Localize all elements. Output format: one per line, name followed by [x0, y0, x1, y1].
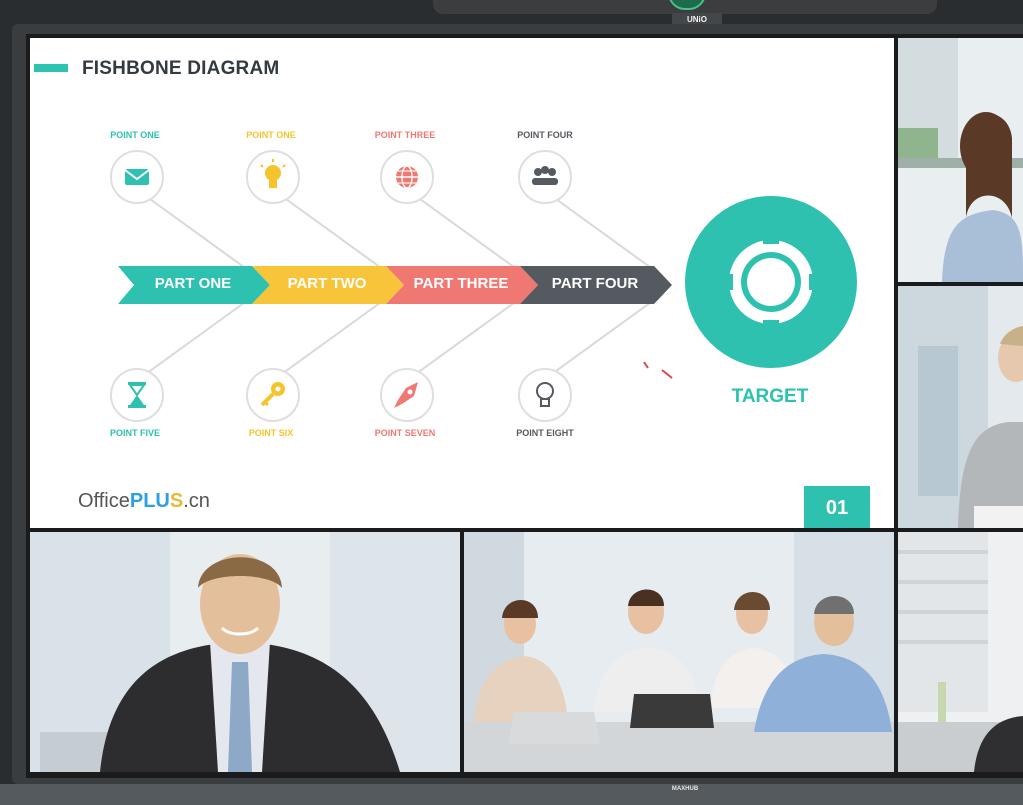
participant-tile-top-right[interactable]	[898, 38, 1023, 282]
part-label-3: PART THREE	[413, 275, 509, 292]
point-circle-7	[380, 368, 434, 422]
display-bottom-strip	[0, 784, 1023, 805]
lightbulb-outline-icon	[536, 382, 554, 407]
logo-part-office: Office	[78, 490, 130, 512]
point-label-4: POINT FOUR	[517, 130, 573, 140]
point-circle-5	[110, 368, 164, 422]
logo-part-plu: PLU	[129, 490, 170, 512]
point-circle-8	[518, 368, 572, 422]
participant-tile-bottom-center[interactable]	[464, 532, 894, 772]
part-label-1: PART ONE	[154, 275, 232, 292]
hourglass-icon	[128, 382, 146, 408]
participant-tile-bottom-right[interactable]	[898, 532, 1023, 772]
target-circle	[685, 196, 857, 368]
shared-slide[interactable]: FISHBONE DIAGRAM POINT ONE POINT ONE POI…	[30, 38, 894, 528]
point-circle-3	[380, 150, 434, 204]
businessman-video-feed	[30, 532, 460, 772]
point-label-3: POINT THREE	[374, 130, 436, 140]
conference-screen: FISHBONE DIAGRAM POINT ONE POINT ONE POI…	[26, 34, 1023, 778]
officeplus-logo: OfficePLUS.cn	[78, 490, 210, 513]
participant-tile-bottom-left[interactable]	[30, 532, 460, 772]
point-label-6: POINT SIX	[248, 428, 294, 438]
logo-part-cn: .cn	[183, 490, 210, 512]
rocket-icon	[394, 382, 418, 408]
globe-icon	[396, 165, 418, 189]
logo-part-s: S	[169, 490, 184, 512]
man-video-feed	[898, 286, 1023, 528]
point-label-7: POINT SEVEN	[374, 428, 436, 438]
target-ring-icon	[723, 234, 819, 330]
point-label-1: POINT ONE	[110, 130, 160, 140]
point-label-2: POINT ONE	[246, 130, 296, 140]
target-label: TARGET	[731, 386, 809, 407]
people-icon	[532, 166, 558, 185]
point-label-8: POINT EIGHT	[516, 428, 574, 438]
key-icon	[260, 382, 285, 407]
office-video-feed	[898, 532, 1023, 772]
envelope-icon	[124, 169, 150, 185]
part-label-4: PART FOUR	[551, 275, 639, 292]
slide-page-number: 01	[804, 486, 870, 528]
team-video-feed	[464, 532, 894, 772]
point-label-5: POINT FIVE	[109, 428, 160, 438]
point-circle-4	[518, 150, 572, 204]
point-circle-2	[246, 150, 300, 204]
part-label-2: PART TWO	[287, 275, 367, 292]
brand-badge-bottom: MAXHUB	[671, 786, 699, 792]
woman-video-feed	[898, 38, 1023, 282]
point-circle-1	[110, 150, 164, 204]
lightbulb-icon	[260, 159, 286, 188]
point-circle-6	[246, 368, 300, 422]
participant-tile-middle-right[interactable]	[898, 286, 1023, 528]
